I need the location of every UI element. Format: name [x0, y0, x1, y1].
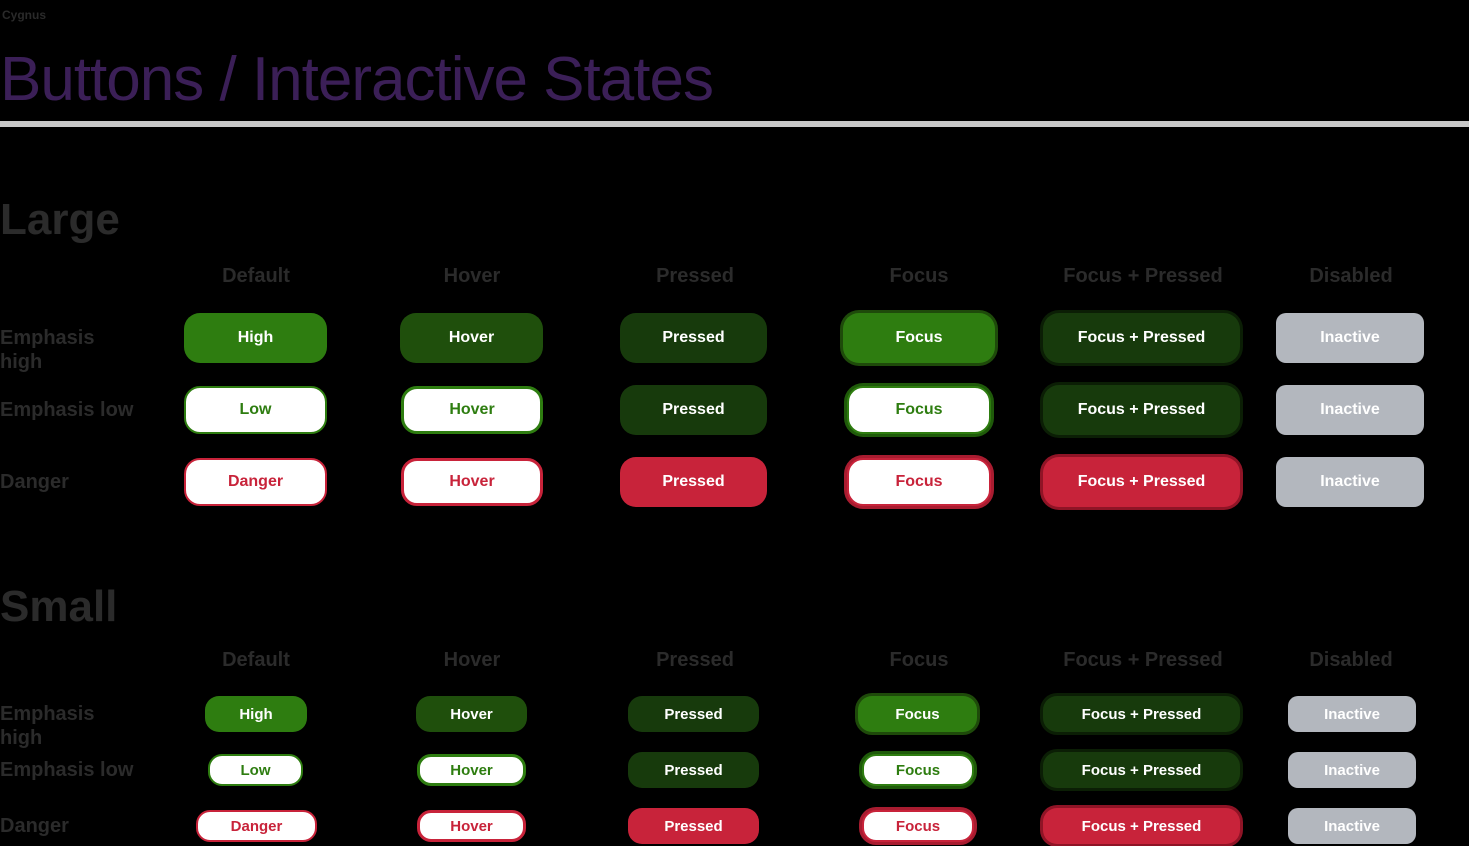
small-danger-pressed-button[interactable]: Pressed: [628, 808, 759, 844]
large-danger-default-button[interactable]: Danger: [184, 458, 327, 506]
column-header-pressed: Pressed: [656, 265, 734, 287]
large-high-focus-button[interactable]: Focus: [843, 313, 995, 363]
small-high-focus-pressed-button[interactable]: Focus + Pressed: [1043, 696, 1240, 732]
column-header-hover: Hover: [443, 649, 501, 671]
column-header-disabled: Disabled: [1309, 265, 1393, 287]
row-label-danger: Danger: [0, 471, 69, 493]
large-low-default-button[interactable]: Low: [184, 386, 327, 434]
column-header-default: Default: [222, 649, 290, 671]
large-low-focus-button[interactable]: Focus: [847, 386, 991, 434]
title-divider: [0, 121, 1469, 127]
small-low-default-button[interactable]: Low: [208, 754, 303, 786]
column-header-focus-pressed: Focus + Pressed: [1063, 649, 1223, 671]
page-eyebrow: Cygnus: [2, 8, 47, 22]
row-label-danger: Danger: [0, 815, 69, 837]
large-high-disabled-button: Inactive: [1276, 313, 1424, 363]
small-danger-disabled-button: Inactive: [1288, 808, 1416, 844]
column-header-disabled: Disabled: [1309, 649, 1393, 671]
column-header-default: Default: [222, 265, 290, 287]
row-label-emphasis-low: Emphasis low: [0, 399, 134, 421]
row-label-emphasis-high: Emphasis high: [0, 703, 95, 749]
small-low-focus-button[interactable]: Focus: [862, 754, 974, 786]
small-high-focus-button[interactable]: Focus: [858, 696, 977, 732]
column-header-hover: Hover: [443, 265, 501, 287]
column-header-focus: Focus: [889, 649, 949, 671]
small-high-pressed-button[interactable]: Pressed: [628, 696, 759, 732]
column-header-pressed: Pressed: [656, 649, 734, 671]
small-high-disabled-button: Inactive: [1288, 696, 1416, 732]
large-high-focus-pressed-button[interactable]: Focus + Pressed: [1043, 313, 1240, 363]
row-label-emphasis-high: Emphasis high: [0, 327, 95, 373]
small-danger-focus-button[interactable]: Focus: [862, 810, 974, 842]
small-high-default-button[interactable]: High: [205, 696, 307, 732]
page-title: Buttons / Interactive States: [0, 45, 714, 114]
large-low-disabled-button: Inactive: [1276, 385, 1424, 435]
column-header-focus-pressed: Focus + Pressed: [1063, 265, 1223, 287]
large-danger-focus-button[interactable]: Focus: [847, 458, 991, 506]
small-low-disabled-button: Inactive: [1288, 752, 1416, 788]
large-low-pressed-button[interactable]: Pressed: [620, 385, 767, 435]
row-label-emphasis-low: Emphasis low: [0, 759, 134, 781]
large-danger-pressed-button[interactable]: Pressed: [620, 457, 767, 507]
large-high-hover-button[interactable]: Hover: [400, 313, 543, 363]
small-low-focus-pressed-button[interactable]: Focus + Pressed: [1043, 752, 1240, 788]
small-high-hover-button[interactable]: Hover: [416, 696, 527, 732]
large-danger-focus-pressed-button[interactable]: Focus + Pressed: [1043, 457, 1240, 507]
large-low-hover-button[interactable]: Hover: [401, 386, 543, 434]
column-header-focus: Focus: [889, 265, 949, 287]
large-high-default-button[interactable]: High: [184, 313, 327, 363]
section-title-small: Small: [0, 582, 118, 631]
small-danger-focus-pressed-button[interactable]: Focus + Pressed: [1043, 808, 1240, 844]
large-danger-hover-button[interactable]: Hover: [401, 458, 543, 506]
small-danger-hover-button[interactable]: Hover: [417, 810, 526, 842]
small-danger-default-button[interactable]: Danger: [196, 810, 317, 842]
large-high-pressed-button[interactable]: Pressed: [620, 313, 767, 363]
large-danger-disabled-button: Inactive: [1276, 457, 1424, 507]
small-low-hover-button[interactable]: Hover: [417, 754, 526, 786]
small-low-pressed-button[interactable]: Pressed: [628, 752, 759, 788]
section-title-large: Large: [0, 195, 120, 244]
large-low-focus-pressed-button[interactable]: Focus + Pressed: [1043, 385, 1240, 435]
